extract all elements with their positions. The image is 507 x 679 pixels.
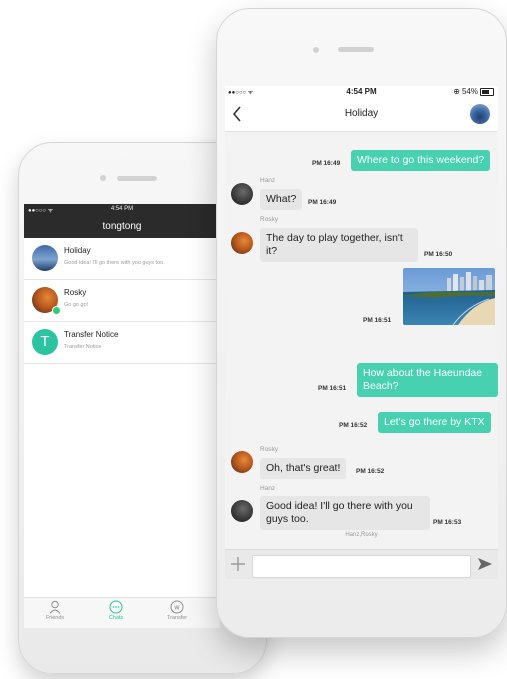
message-bubble-outgoing[interactable]: How about the Haeundae Beach? — [357, 363, 498, 397]
group-chat-screen: ●●○○○ ᯤ 4:54 PM ⊕ 54% Holiday PM 16:49 W… — [225, 86, 498, 579]
list-item-rosky[interactable]: Rosky Go go go! — [24, 280, 220, 322]
avatar-hanz[interactable] — [231, 500, 253, 522]
svg-text:w: w — [174, 604, 180, 612]
conversation-list-screen: ●●○○○ ᯤ 4:54 PM tongtong Holiday Good id… — [24, 204, 220, 628]
earpiece-speaker — [338, 47, 374, 52]
conversation-preview: Go go go! — [64, 302, 89, 308]
message-input-bar — [225, 549, 498, 579]
alarm-icon: ⊕ — [453, 87, 460, 96]
tab-friends[interactable]: Friends — [30, 600, 80, 621]
beach-photo-image — [403, 268, 495, 325]
avatar-rosky[interactable] — [231, 232, 253, 254]
message-time: PM 16:52 — [339, 422, 368, 429]
message-time: PM 16:50 — [424, 251, 453, 258]
group-avatar[interactable] — [470, 104, 490, 124]
page-title: tongtong — [102, 221, 142, 232]
tab-label: Transfer — [166, 615, 188, 621]
tab-label: Friends — [45, 615, 65, 621]
conversation-name: Transfer Notice — [64, 330, 119, 339]
front-phone: ●●○○○ ᯤ 4:54 PM ⊕ 54% Holiday PM 16:49 W… — [216, 8, 507, 638]
chat-icon — [109, 600, 123, 614]
group-avatar — [32, 245, 58, 271]
battery-icon — [480, 87, 494, 96]
message-time: PM 16:51 — [318, 385, 347, 392]
message-bubble-incoming[interactable]: The day to play together, isn't it? — [260, 228, 418, 262]
avatar-hanz[interactable] — [231, 183, 253, 205]
message-bubble-incoming[interactable]: Good idea! I'll go there with you guys t… — [260, 496, 430, 530]
plus-icon[interactable] — [230, 556, 246, 572]
message-input[interactable] — [252, 555, 471, 578]
conversation-name: Rosky — [64, 288, 87, 297]
transfer-icon: w — [170, 600, 184, 614]
sender-name: Rosky — [260, 446, 279, 453]
chat-header: Holiday — [225, 99, 498, 132]
message-bubble-incoming[interactable]: Oh, that's great! — [260, 458, 347, 479]
list-item-transfer-notice[interactable]: T Transfer Notice Transfer Notice — [24, 322, 220, 364]
message-time: PM 16:52 — [356, 468, 385, 475]
sender-name: Rosky — [260, 216, 279, 223]
letter-avatar: T — [32, 329, 58, 355]
message-time: PM 16:49 — [308, 199, 337, 206]
tab-chats[interactable]: Chats — [91, 600, 141, 621]
header-bar: ●●○○○ ᯤ 4:54 PM tongtong — [24, 204, 220, 238]
message-time: PM 16:51 — [363, 317, 392, 324]
earpiece-speaker — [117, 176, 157, 181]
sender-name: Hanz — [260, 485, 276, 492]
front-camera — [313, 47, 319, 53]
tab-bar: Friends Chats w Transfer — [24, 597, 220, 628]
status-bar: ●●○○○ ᯤ 4:54 PM ⊕ 54% — [225, 86, 498, 99]
tab-transfer[interactable]: w Transfer — [152, 600, 202, 621]
group-members: Hanz,Rosky — [345, 532, 378, 538]
status-bar: ●●○○○ ᯤ 4:54 PM — [24, 205, 220, 215]
person-icon — [49, 600, 61, 614]
tab-label: Chats — [108, 615, 124, 621]
sender-name: Hanz — [260, 177, 276, 184]
message-bubble-incoming[interactable]: What? — [260, 189, 303, 210]
status-time: 4:54 PM — [110, 206, 134, 212]
list-item-holiday[interactable]: Holiday Good idea! I'll go there with yo… — [24, 238, 220, 280]
avatar-rosky[interactable] — [231, 451, 253, 473]
battery-indicator: ⊕ 54% — [453, 87, 494, 96]
conversation-name: Holiday — [64, 246, 91, 255]
message-bubble-outgoing[interactable]: Where to go this weekend? — [351, 150, 491, 171]
message-bubble-outgoing[interactable]: Let's go there by KTX — [378, 412, 491, 433]
shared-photo-beach[interactable] — [403, 268, 495, 325]
front-camera — [100, 175, 106, 181]
send-icon[interactable] — [478, 558, 492, 570]
message-time: PM 16:49 — [312, 160, 341, 167]
battery-percent: 54% — [461, 87, 478, 96]
conversation-preview: Good idea! I'll go there with you guys t… — [64, 260, 165, 266]
message-list[interactable]: PM 16:49 Where to go this weekend? Hanz … — [225, 132, 498, 542]
conversation-preview: Transfer Notice — [64, 344, 102, 350]
chat-title: Holiday — [344, 108, 379, 119]
online-status-dot — [52, 306, 61, 315]
message-time: PM 16:53 — [433, 519, 462, 526]
